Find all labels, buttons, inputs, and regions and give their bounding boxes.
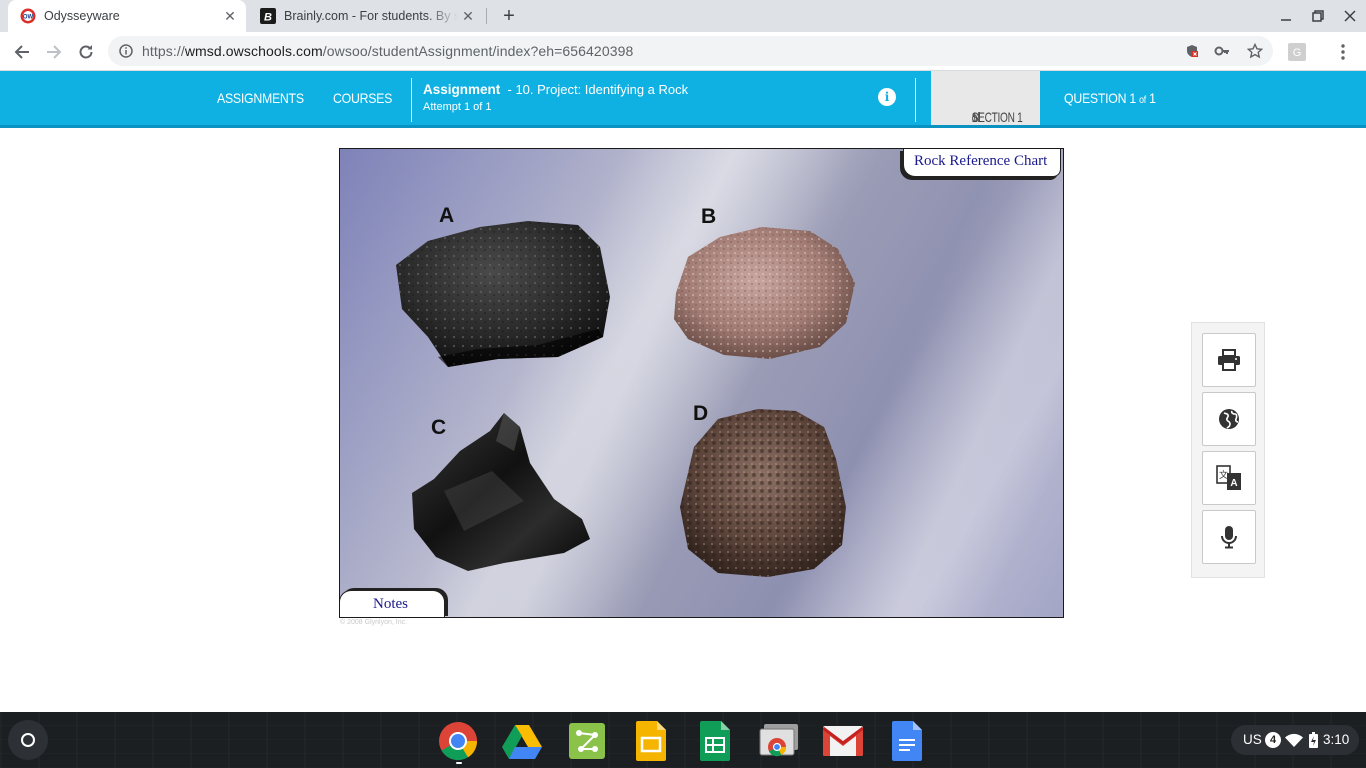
- url-host: wmsd.owschools.com: [184, 43, 323, 59]
- wifi-icon: [1285, 733, 1303, 747]
- notes-tab[interactable]: Notes: [340, 590, 445, 617]
- tab-title: Brainly.com - For students. By students: [284, 9, 458, 23]
- attempt-count: Attempt 1 of 1: [423, 101, 492, 113]
- translate-icon: 文A: [1216, 465, 1241, 490]
- question-total: 1: [1149, 90, 1156, 106]
- nav-courses[interactable]: COURSES: [333, 90, 392, 106]
- assignment-name: - 10. Project: Identifying a Rock: [507, 82, 689, 97]
- print-button[interactable]: [1202, 333, 1256, 387]
- docs-icon: [892, 721, 922, 761]
- screencast-icon: [759, 724, 798, 757]
- translate-button[interactable]: 文A: [1202, 451, 1256, 505]
- classroom-icon: [569, 723, 605, 759]
- tab-separator: [486, 8, 487, 24]
- question-of: of: [1139, 95, 1146, 106]
- bookmark-star-icon[interactable]: [1246, 42, 1264, 60]
- chrome-app[interactable]: [438, 721, 478, 761]
- profile-avatar[interactable]: G: [1285, 40, 1309, 64]
- screencast-app[interactable]: [759, 721, 799, 761]
- nav-assignments[interactable]: ASSIGNMENTS: [217, 90, 304, 106]
- back-arrow-icon[interactable]: [10, 40, 34, 64]
- translate-page-button[interactable]: [1202, 392, 1256, 446]
- tab-title: Odysseyware: [44, 9, 120, 23]
- rock-reference-chart-label: Rock Reference Chart: [914, 153, 1048, 169]
- sheets-app[interactable]: [695, 721, 735, 761]
- gmail-app[interactable]: [823, 721, 863, 761]
- url-path: /owsoo/studentAssignment/index?eh=656420…: [322, 43, 634, 59]
- svg-text:文: 文: [1219, 469, 1228, 480]
- rock-d-image[interactable]: [678, 407, 850, 579]
- brainly-favicon-icon: B: [260, 8, 276, 24]
- classroom-app[interactable]: [567, 721, 607, 761]
- svg-text:B: B: [264, 12, 272, 24]
- close-window-icon[interactable]: [1340, 6, 1360, 26]
- battery-icon: [1309, 732, 1318, 748]
- gmail-icon: [823, 726, 863, 756]
- forward-arrow-icon[interactable]: [42, 40, 66, 64]
- question-indicator[interactable]: QUESTION 1 of 1: [1064, 90, 1156, 106]
- print-icon: [1218, 349, 1240, 371]
- rock-reference-chart-tab[interactable]: Rock Reference Chart: [903, 149, 1061, 177]
- site-info-icon[interactable]: [117, 42, 135, 60]
- chrome-active-indicator: [456, 762, 462, 764]
- new-tab-icon[interactable]: +: [498, 5, 520, 27]
- launcher-button[interactable]: [8, 720, 48, 760]
- slides-icon: [636, 721, 666, 761]
- header-divider: [411, 78, 412, 122]
- section-indicator[interactable]: SECTION 1 of 1: [931, 71, 1040, 128]
- assignment-title: Assignment - 10. Project: Identifying a …: [423, 82, 688, 97]
- browser-toolbar: https://wmsd.owschools.com/owsoo/student…: [0, 32, 1366, 71]
- svg-text:G: G: [1293, 47, 1302, 59]
- slides-app[interactable]: [631, 721, 671, 761]
- address-bar[interactable]: https://wmsd.owschools.com/owsoo/student…: [108, 36, 1273, 66]
- tab-odysseyware[interactable]: OW Odysseyware ✕: [8, 0, 246, 32]
- assignment-label: Assignment: [423, 82, 501, 97]
- drive-icon: [502, 725, 542, 759]
- chrome-icon: [439, 722, 478, 761]
- notes-label: Notes: [373, 596, 408, 612]
- tools-panel: 文A: [1191, 322, 1265, 578]
- drive-app[interactable]: [502, 721, 542, 761]
- speech-button[interactable]: [1202, 510, 1256, 564]
- rock-a-image[interactable]: [388, 217, 613, 369]
- rock-c-image[interactable]: [404, 411, 594, 573]
- launcher-circle-icon: [21, 733, 35, 747]
- rock-b-image[interactable]: [670, 223, 858, 361]
- reload-icon[interactable]: [74, 40, 98, 64]
- url-prefix: https://: [142, 43, 185, 59]
- svg-text:A: A: [1230, 478, 1237, 489]
- header-divider: [915, 78, 916, 122]
- close-tab-icon[interactable]: ✕: [458, 6, 478, 26]
- os-shelf: US 4 3:10: [0, 712, 1366, 768]
- docs-app[interactable]: [887, 721, 927, 761]
- tab-brainly[interactable]: B Brainly.com - For students. By student…: [248, 0, 484, 32]
- odysseyware-favicon-icon: OW: [20, 8, 36, 24]
- info-icon[interactable]: i: [878, 88, 896, 106]
- browser-menu-icon[interactable]: [1331, 40, 1355, 64]
- minimize-icon[interactable]: [1276, 6, 1296, 26]
- restore-icon[interactable]: [1308, 6, 1328, 26]
- url-text: https://wmsd.owschools.com/owsoo/student…: [142, 43, 633, 59]
- microphone-icon: [1221, 526, 1237, 549]
- clock: 3:10: [1323, 732, 1350, 747]
- section-total: 1: [971, 109, 978, 125]
- copyright-text: © 2008 Glynlyon, Inc.: [340, 619, 408, 626]
- globe-icon: [1219, 409, 1239, 429]
- keyboard-layout: US: [1243, 732, 1262, 747]
- browser-tabstrip: OW Odysseyware ✕ B Brainly.com - For stu…: [0, 0, 1366, 32]
- close-tab-icon[interactable]: ✕: [220, 6, 240, 26]
- question-label: QUESTION 1: [1064, 90, 1136, 106]
- status-tray[interactable]: US 4 3:10: [1231, 725, 1359, 755]
- key-icon[interactable]: [1213, 42, 1231, 60]
- notification-count: 4: [1265, 732, 1281, 748]
- rock-identification-panel: Rock Reference Chart A B C D Notes: [339, 148, 1064, 618]
- svg-text:OW: OW: [23, 15, 34, 21]
- sheets-icon: [700, 721, 730, 761]
- assignment-header: ASSIGNMENTS COURSES Assignment - 10. Pro…: [0, 71, 1366, 128]
- header-underline: [0, 125, 1366, 128]
- blocked-popup-icon[interactable]: [1183, 42, 1201, 60]
